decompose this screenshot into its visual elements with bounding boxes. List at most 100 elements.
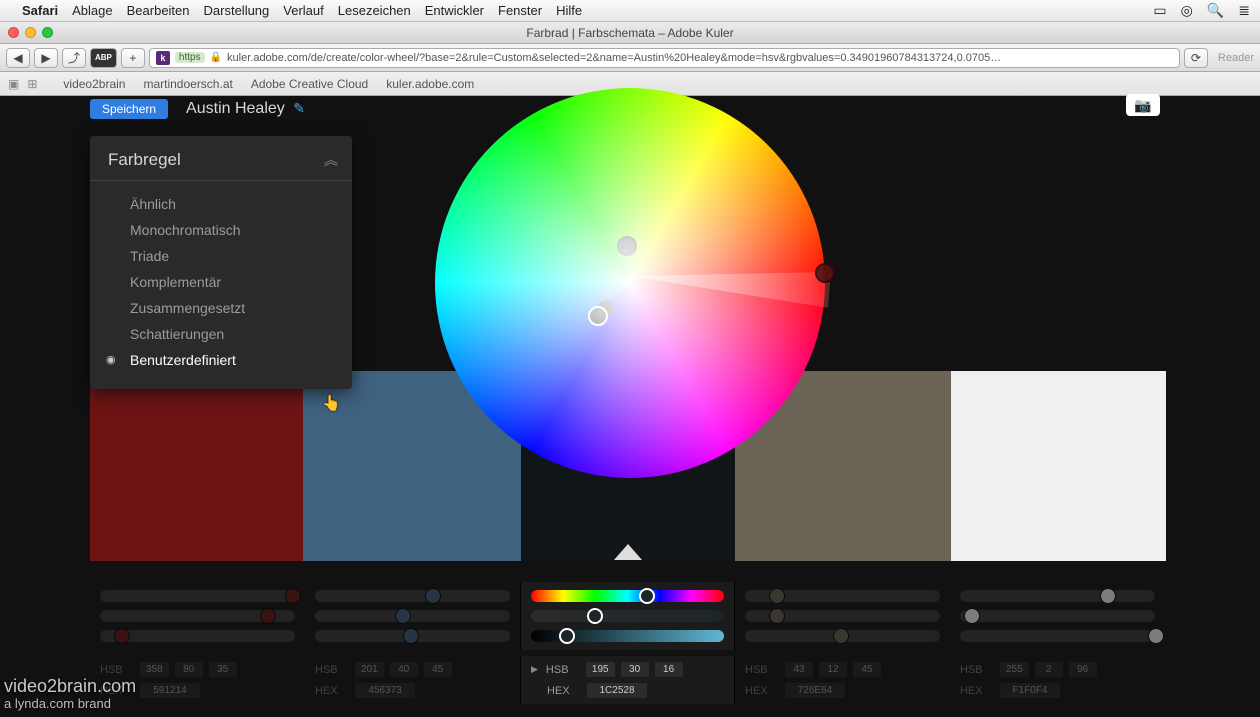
hsb-h-input[interactable]: 195	[586, 662, 615, 677]
menubar-sync-icon[interactable]: ◎	[1181, 2, 1193, 19]
brightness-slider[interactable]	[960, 630, 1155, 642]
hsb-label: HSB	[315, 664, 349, 676]
hsb-b-input[interactable]: 16	[655, 662, 683, 677]
watermark-line1: video2brain.com	[4, 677, 136, 697]
menu-window[interactable]: Fenster	[498, 3, 542, 18]
hsb-s-input[interactable]: 2	[1035, 662, 1063, 677]
abp-button[interactable]: ABP	[90, 48, 117, 68]
hsb-h-input[interactable]: 201	[355, 662, 384, 677]
hex-input[interactable]: 1C2528	[587, 683, 647, 698]
window-close-button[interactable]	[8, 27, 19, 38]
brightness-slider[interactable]	[745, 630, 940, 642]
hsb-s-input[interactable]: 80	[175, 662, 203, 677]
menubar-list-icon[interactable]: ≣	[1238, 2, 1250, 19]
saturation-slider[interactable]	[100, 610, 295, 622]
hsb-s-input[interactable]: 12	[819, 662, 847, 677]
hue-slider[interactable]	[531, 590, 724, 602]
wheel-marker[interactable]	[815, 263, 835, 283]
menu-help[interactable]: Hilfe	[556, 3, 582, 18]
hex-label: HEX	[745, 685, 779, 697]
save-button[interactable]: Speichern	[90, 99, 168, 119]
menu-edit[interactable]: Bearbeiten	[127, 3, 190, 18]
divider	[90, 180, 352, 181]
slider-column	[305, 582, 520, 650]
menubar-screen-icon[interactable]: ▭	[1153, 2, 1166, 19]
hsb-b-input[interactable]: 35	[209, 662, 237, 677]
rule-item-shades[interactable]: Schattierungen	[130, 321, 352, 347]
bookmark-item[interactable]: Adobe Creative Cloud	[251, 77, 368, 91]
hsb-b-input[interactable]: 45	[424, 662, 452, 677]
bookmarks-book-icon[interactable]: ▣	[8, 77, 19, 91]
hex-input[interactable]: 726E64	[785, 683, 845, 698]
url-text: kuler.adobe.com/de/create/color-wheel/?b…	[227, 52, 1001, 64]
add-button[interactable]: +	[121, 48, 145, 68]
kuler-app: Speichern Austin Healey ✎ 📷 Farbregel ︽ …	[0, 96, 1260, 717]
brightness-slider[interactable]	[531, 630, 724, 642]
hsb-h-input[interactable]: 255	[1000, 662, 1029, 677]
expand-icon[interactable]: ▶	[531, 664, 538, 675]
rule-item-monochromatic[interactable]: Monochromatisch	[130, 217, 352, 243]
saturation-slider[interactable]	[745, 610, 940, 622]
hsb-b-input[interactable]: 45	[853, 662, 881, 677]
hue-slider[interactable]	[745, 590, 940, 602]
hex-input[interactable]: 456373	[355, 683, 415, 698]
menubar-spotlight-icon[interactable]: 🔍	[1207, 2, 1224, 19]
menu-view[interactable]: Darstellung	[204, 3, 270, 18]
hsb-h-input[interactable]: 43	[785, 662, 813, 677]
hue-slider[interactable]	[960, 590, 1155, 602]
values-row: HSB 358 80 35 HEX 591214 HSB 201 40 45 H…	[90, 656, 1168, 704]
slider-column	[735, 582, 950, 650]
wheel-marker[interactable]	[617, 236, 637, 256]
menu-history[interactable]: Verlauf	[283, 3, 323, 18]
window-zoom-button[interactable]	[42, 27, 53, 38]
rule-item-custom[interactable]: Benutzerdefiniert	[130, 347, 352, 373]
bookmark-item[interactable]: martindoersch.at	[143, 77, 232, 91]
rule-item-complementary[interactable]: Komplementär	[130, 269, 352, 295]
hsb-h-input[interactable]: 358	[140, 662, 169, 677]
rule-item-triad[interactable]: Triade	[130, 243, 352, 269]
hsb-s-input[interactable]: 40	[390, 662, 418, 677]
saturation-slider[interactable]	[960, 610, 1155, 622]
reload-button[interactable]: ⟳	[1184, 48, 1208, 68]
brightness-slider[interactable]	[100, 630, 295, 642]
share-button[interactable]: ⤴	[62, 48, 86, 68]
edit-icon[interactable]: ✎	[293, 100, 305, 116]
window-minimize-button[interactable]	[25, 27, 36, 38]
menu-develop[interactable]: Entwickler	[425, 3, 484, 18]
hex-input[interactable]: 591214	[140, 683, 200, 698]
theme-name-label: Austin Healey	[186, 100, 285, 117]
brightness-slider[interactable]	[315, 630, 510, 642]
theme-name[interactable]: Austin Healey ✎	[186, 100, 305, 118]
url-bar[interactable]: k https 🔒 kuler.adobe.com/de/create/colo…	[149, 48, 1180, 68]
reader-button[interactable]: Reader	[1218, 52, 1254, 64]
lock-icon: 🔒	[210, 52, 222, 63]
wheel-marker-active[interactable]	[588, 306, 608, 326]
color-wheel[interactable]	[435, 88, 825, 478]
bookmark-item[interactable]: video2brain	[63, 77, 125, 91]
window-titlebar: Farbrad | Farbschemata – Adobe Kuler	[0, 22, 1260, 44]
menu-file[interactable]: Ablage	[72, 3, 112, 18]
rule-item-compound[interactable]: Zusammengesetzt	[130, 295, 352, 321]
swatch[interactable]	[951, 371, 1166, 561]
value-column: HSB 255 2 96 HEX F1F0F4	[950, 656, 1165, 704]
collapse-icon[interactable]: ︽	[324, 150, 334, 170]
value-column: HSB 201 40 45 HEX 456373	[305, 656, 520, 704]
bookmarks-grid-icon[interactable]: ⊞	[27, 77, 37, 91]
rule-item-analogous[interactable]: Ähnlich	[130, 191, 352, 217]
saturation-slider[interactable]	[531, 610, 724, 622]
back-button[interactable]: ◀	[6, 48, 30, 68]
hsb-b-input[interactable]: 96	[1069, 662, 1097, 677]
swatch[interactable]	[90, 371, 303, 561]
camera-button[interactable]: 📷	[1126, 94, 1160, 116]
hex-label: HEX	[960, 685, 994, 697]
forward-button[interactable]: ▶	[34, 48, 58, 68]
hue-slider[interactable]	[315, 590, 510, 602]
window-title: Farbrad | Farbschemata – Adobe Kuler	[0, 26, 1260, 40]
app-name[interactable]: Safari	[22, 3, 58, 18]
saturation-slider[interactable]	[315, 610, 510, 622]
menu-bookmarks[interactable]: Lesezeichen	[338, 3, 411, 18]
hex-input[interactable]: F1F0F4	[1000, 683, 1060, 698]
hue-slider[interactable]	[100, 590, 295, 602]
slider-column	[90, 582, 305, 650]
hsb-s-input[interactable]: 30	[621, 662, 649, 677]
